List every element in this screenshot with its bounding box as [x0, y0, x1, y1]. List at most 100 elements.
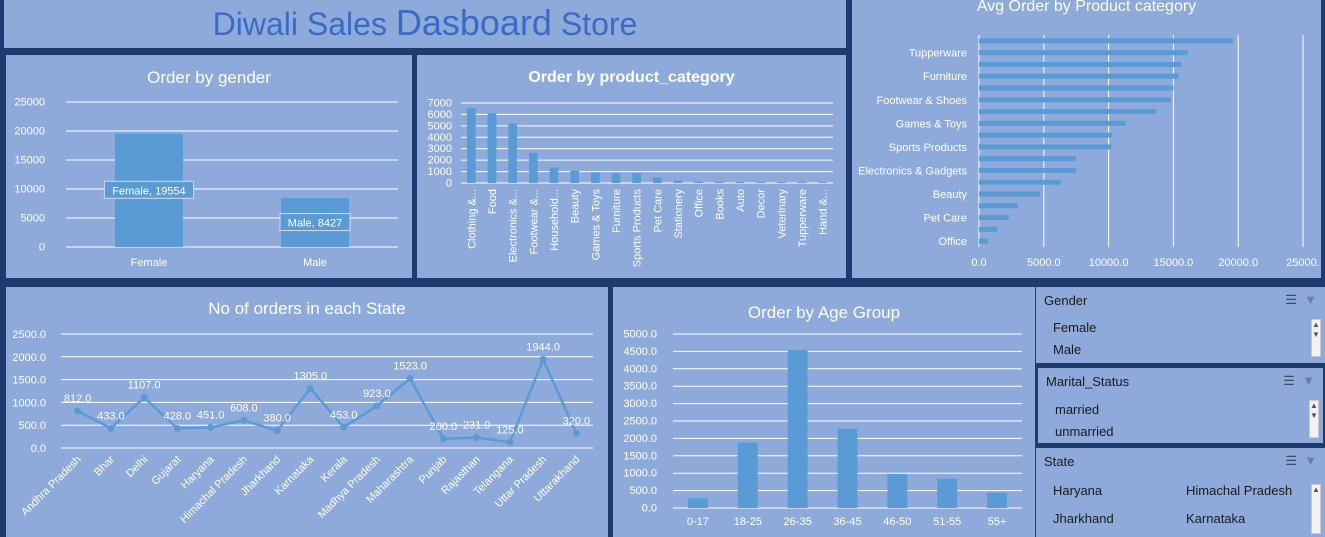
- x-tick-label: Games & Toys: [590, 189, 602, 261]
- gender-chart-panel[interactable]: Order by gender 0 5000 10000 15000 20000 2500…: [6, 55, 412, 278]
- y-tick-label: 10000: [14, 184, 45, 196]
- x-tick-label: Books: [714, 189, 726, 220]
- x-tick-label: 0.0: [971, 257, 986, 269]
- bar: [797, 182, 807, 183]
- bar: [979, 238, 989, 244]
- bar: [979, 226, 998, 232]
- y-tick-label: 4000.0: [623, 363, 657, 375]
- bar: [979, 156, 1077, 162]
- x-tick-label: Delhi: [124, 454, 150, 480]
- x-tick-label: 55+: [988, 516, 1007, 528]
- y-tick-label: 1000: [428, 166, 452, 178]
- clear-filter-icon[interactable]: ▼: [1304, 292, 1317, 307]
- scroll-up-icon[interactable]: ▲: [1310, 401, 1318, 410]
- x-tick-label: Household...: [549, 189, 561, 251]
- scroll-up-icon[interactable]: ▲: [1312, 320, 1320, 329]
- x-tick-label: 20000.0: [1218, 257, 1258, 269]
- multi-select-icon[interactable]: ☰: [1285, 453, 1297, 468]
- x-tick-label: 10000.0: [1089, 257, 1129, 269]
- bar: [979, 38, 1234, 44]
- x-tick-label: Punjab: [417, 454, 450, 487]
- slicer-item-unmarried[interactable]: unmarried: [1055, 424, 1114, 439]
- y-tick-label: 3000.0: [623, 398, 657, 410]
- bar: [687, 498, 708, 508]
- age-chart-panel[interactable]: Order by Age Group 0.0 500.0 1000.0 1500.0 2…: [613, 287, 1035, 537]
- data-label: 812.0: [64, 393, 92, 405]
- x-tick-label: Tupperware: [797, 189, 809, 247]
- data-label: 125.0: [496, 424, 524, 436]
- clear-filter-icon[interactable]: ▼: [1304, 453, 1317, 468]
- x-tick-label: 25000.: [1286, 257, 1320, 269]
- slicer-item-jharkhand[interactable]: Jharkhand: [1053, 511, 1114, 526]
- multi-select-icon[interactable]: ☰: [1285, 292, 1297, 307]
- avg-order-chart-panel[interactable]: Avg Order by Product category 0.0 5000.0 1…: [852, 0, 1321, 278]
- category-chart-panel[interactable]: Order by product_category 0 1000 2000 3000 4…: [417, 55, 846, 278]
- bar: [611, 173, 621, 183]
- y-tick-label: Tupperware: [909, 48, 967, 60]
- data-point: [273, 427, 281, 435]
- bar: [887, 473, 908, 508]
- data-point: [240, 416, 248, 424]
- bar: [694, 181, 704, 183]
- y-tick-label: Pet Care: [924, 213, 967, 225]
- x-tick-label: Female: [131, 257, 168, 269]
- bar: [466, 108, 476, 183]
- slicer-item-himachal-pradesh[interactable]: Himachal Pradesh: [1186, 483, 1292, 498]
- x-tick-label: 46-50: [883, 516, 911, 528]
- bar: [979, 191, 1040, 197]
- category-chart: 01000200030004000500060007000 Clothing &.…: [428, 98, 833, 267]
- bar: [979, 120, 1126, 126]
- dashboard-title-part3: Store: [551, 6, 638, 42]
- scroll-up-icon[interactable]: ▲: [1312, 485, 1320, 494]
- y-tick-label: 4000: [428, 132, 452, 144]
- data-label: 923.0: [363, 388, 391, 400]
- slicer-item-haryana[interactable]: Haryana: [1053, 483, 1102, 498]
- slicer-item-karnataka[interactable]: Karnataka: [1186, 511, 1245, 526]
- x-tick-label: Stationery: [673, 189, 685, 239]
- y-tick-label: 5000: [21, 213, 45, 225]
- state-slicer-scrollbar[interactable]: ▲: [1311, 484, 1321, 534]
- multi-select-icon[interactable]: ☰: [1283, 373, 1295, 388]
- y-tick-label: 2500.0: [623, 416, 657, 428]
- gender-slicer[interactable]: Gender ☰ ▼ Female Male ▲ ▼: [1036, 287, 1325, 363]
- bar: [714, 181, 724, 183]
- bar: [979, 179, 1061, 185]
- state-slicer[interactable]: State ☰ ▼ Haryana Himachal Pradesh Jhark…: [1036, 448, 1325, 537]
- bar: [837, 428, 858, 508]
- data-point: [439, 435, 447, 443]
- clear-filter-icon[interactable]: ▼: [1302, 373, 1315, 388]
- marital-status-slicer[interactable]: Marital_Status ☰ ▼ married unmarried ▲ ▼: [1036, 366, 1325, 445]
- scroll-down-icon[interactable]: ▼: [1310, 411, 1318, 420]
- data-point: [539, 355, 547, 363]
- y-tick-label: Electronics & Gadgets: [858, 165, 967, 177]
- data-label: 1305.0: [294, 370, 328, 382]
- y-tick-label: 6000: [428, 109, 452, 121]
- data-label: 433.0: [97, 410, 125, 422]
- slicer-item-female[interactable]: Female: [1053, 320, 1096, 335]
- x-tick-label: Andhra Pradesh: [19, 454, 84, 519]
- x-tick-label: 15000.0: [1154, 257, 1194, 269]
- dashboard-title: Diwali Sales Dasboard Store: [4, 2, 846, 44]
- y-tick-label: 2500.0: [12, 329, 46, 341]
- x-tick-label: 5000.0: [1027, 257, 1061, 269]
- gender-slicer-scrollbar[interactable]: ▲ ▼: [1311, 319, 1321, 357]
- scroll-down-icon[interactable]: ▼: [1312, 330, 1320, 339]
- y-tick-label: 500.0: [18, 420, 46, 432]
- bar: [979, 203, 1018, 209]
- slicer-item-male[interactable]: Male: [1053, 342, 1081, 357]
- y-tick-label: 2000.0: [12, 352, 46, 364]
- data-label: 200.0: [430, 421, 458, 433]
- slicer-item-married[interactable]: married: [1055, 402, 1099, 417]
- y-tick-label: 0: [39, 242, 45, 254]
- x-tick-label: Food: [487, 189, 499, 214]
- state-chart-panel[interactable]: No of orders in each State 0.0 500.0 1000.…: [6, 287, 608, 537]
- gender-chart: 0 5000 10000 15000 20000 25000 Female Female, 1…: [14, 97, 398, 269]
- y-tick-label: 1500.0: [623, 450, 657, 462]
- y-tick-label: 4500.0: [623, 346, 657, 358]
- bar: [756, 181, 766, 183]
- x-tick-label: 18-25: [734, 516, 762, 528]
- marital-status-slicer-scrollbar[interactable]: ▲ ▼: [1309, 400, 1319, 438]
- data-label: 1523.0: [393, 361, 427, 373]
- y-tick-label: 0: [446, 178, 452, 190]
- bar: [979, 167, 1077, 173]
